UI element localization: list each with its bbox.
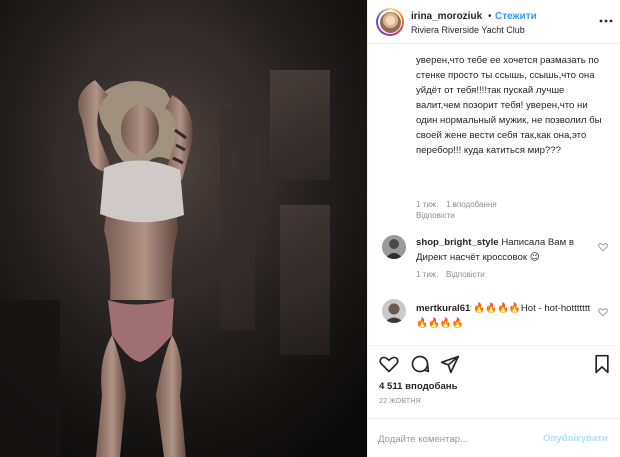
comment-text: уверен,что тебе ее хочется размазать по … — [416, 55, 602, 156]
user-avatar-icon — [382, 235, 406, 259]
more-options-icon[interactable] — [598, 13, 614, 29]
like-comment-heart-icon[interactable] — [598, 242, 608, 252]
username-link[interactable]: irina_moroziuk — [411, 11, 482, 22]
comment-input[interactable] — [378, 431, 538, 447]
post-actions: 4 511 вподобань 22 ЖОВТНЯ — [368, 345, 620, 405]
comments-list[interactable]: уверен,что тебе ее хочется размазать по … — [368, 45, 620, 345]
publish-button[interactable]: Опублікувати — [543, 433, 608, 444]
comment-icon[interactable] — [410, 354, 430, 374]
photo-illustration — [0, 0, 367, 457]
comment-username[interactable]: shop_bright_style — [416, 237, 499, 248]
likes-count[interactable]: 4 511 вподобань — [379, 381, 457, 392]
heart-icon[interactable] — [379, 354, 399, 374]
post-photo[interactable] — [0, 0, 367, 457]
post-header: irina_moroziuk • Стежити Riviera Riversi… — [368, 0, 620, 44]
post-side-panel: irina_moroziuk • Стежити Riviera Riversi… — [367, 0, 620, 457]
profile-avatar[interactable] — [376, 8, 404, 36]
follow-button[interactable]: Стежити — [495, 11, 537, 22]
post-date[interactable]: 22 ЖОВТНЯ — [379, 398, 421, 405]
separator-dot: • — [488, 11, 492, 22]
comment-time: 1 тиж. — [416, 200, 439, 209]
comment-time: 1 тиж. — [416, 270, 439, 279]
commenter-avatar[interactable] — [382, 299, 406, 323]
like-comment-heart-icon[interactable] — [598, 307, 608, 317]
user-avatar-icon — [382, 299, 406, 323]
instagram-post: irina_moroziuk • Стежити Riviera Riversi… — [0, 0, 620, 457]
comment: shop_bright_style Написала Вам в Директ … — [416, 235, 591, 265]
add-comment-bar: Опублікувати — [368, 418, 620, 457]
comment-likes-count[interactable]: 1 вподобання — [446, 200, 497, 209]
reply-button[interactable]: Відповісти — [446, 270, 485, 279]
comment-username[interactable]: mertkural61 — [416, 303, 470, 314]
location-link[interactable]: Riviera Riverside Yacht Club — [411, 25, 525, 35]
bookmark-icon[interactable] — [592, 354, 612, 374]
reply-button[interactable]: Відповісти — [416, 211, 455, 220]
commenter-avatar[interactable] — [382, 235, 406, 259]
share-icon[interactable] — [440, 354, 460, 374]
comment: mertkural61 🔥🔥🔥🔥Hot - hot-hottttttt🔥🔥🔥🔥 — [416, 301, 591, 331]
